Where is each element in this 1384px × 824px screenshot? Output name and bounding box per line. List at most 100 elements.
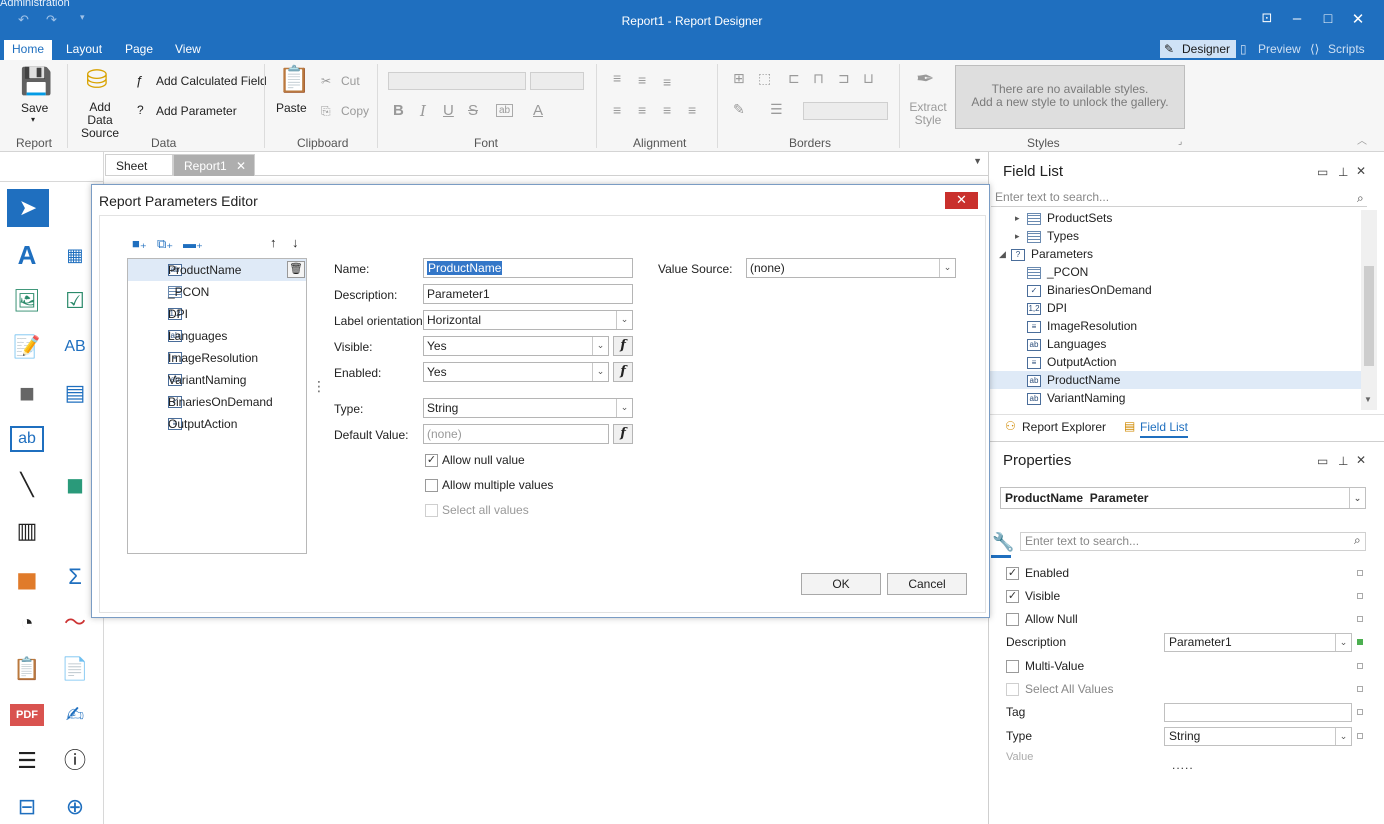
default-value-expression-button[interactable]: f: [613, 424, 633, 444]
property-marker[interactable]: [1357, 733, 1363, 739]
save-button[interactable]: Save: [21, 101, 48, 115]
field-list-item[interactable]: _PCON: [989, 263, 1361, 281]
subreport-tool-icon[interactable]: 📋: [10, 652, 44, 686]
align-left-icon[interactable]: ≡: [613, 102, 621, 118]
panel-menu-icon[interactable]: ▭: [1317, 165, 1328, 179]
add-calculated-field-icon[interactable]: ƒ: [136, 73, 143, 88]
description-input[interactable]: Parameter1: [423, 284, 633, 304]
save-dropdown-icon[interactable]: ▾: [31, 115, 35, 124]
pin-icon[interactable]: ⊥: [1338, 454, 1348, 468]
signature-tool-icon[interactable]: ✍: [58, 698, 92, 732]
font-color-icon[interactable]: A: [533, 102, 543, 119]
page-break-tool-icon[interactable]: ⊟: [10, 790, 44, 824]
property-marker[interactable]: [1357, 593, 1363, 599]
highlight-icon[interactable]: ab: [496, 104, 514, 117]
field-list-item[interactable]: 1,2 DPI: [989, 299, 1361, 317]
prop-description-value[interactable]: Parameter1 ⌄: [1164, 633, 1352, 652]
align-right-icon[interactable]: ≡: [663, 102, 671, 118]
field-list-scrollbar[interactable]: ▼: [1361, 210, 1377, 410]
enabled-select[interactable]: Yes ⌄: [423, 362, 609, 382]
add-calculated-field-button[interactable]: Add Calculated Field: [156, 74, 267, 88]
object-selector[interactable]: ProductName Parameter ⌄: [1000, 487, 1366, 509]
parameter-list-item[interactable]: 1,2 DPI: [128, 303, 306, 325]
add-parameter-button[interactable]: Add Parameter: [156, 104, 237, 118]
chart-tool-icon[interactable]: ▅: [10, 560, 44, 594]
picture-tool-icon[interactable]: 🖼: [10, 284, 44, 318]
close-window-button[interactable]: ✕: [1346, 10, 1370, 28]
chevron-down-icon[interactable]: ⌄: [1335, 634, 1351, 651]
property-modified-marker[interactable]: [1357, 639, 1363, 645]
close-panel-icon[interactable]: ✕: [1356, 453, 1366, 467]
add-parameter-icon[interactable]: ?: [137, 103, 144, 117]
left-border-icon[interactable]: ⊏: [788, 70, 800, 87]
add-data-source-icon[interactable]: ⛁: [86, 64, 108, 95]
allow-null-checkbox[interactable]: [1006, 613, 1019, 627]
field-list-item[interactable]: ab VariantNaming: [989, 389, 1361, 407]
data-subreport-tool-icon[interactable]: 📄: [58, 652, 92, 686]
search-icon[interactable]: ⌕: [1357, 191, 1364, 206]
cross-band-tool-icon[interactable]: ⊕: [58, 790, 92, 824]
border-color-icon[interactable]: ✎: [733, 101, 745, 118]
preview-view-button[interactable]: ▯ Preview: [1236, 40, 1307, 58]
properties-wrench-icon[interactable]: 🔧: [992, 532, 1014, 553]
gauge-tool-icon[interactable]: ◔: [10, 606, 44, 640]
font-size-select[interactable]: [530, 72, 584, 90]
crosstab-tool-icon[interactable]: ▤: [58, 376, 92, 410]
barcode-tool-icon[interactable]: ▥: [10, 514, 44, 548]
minimize-button[interactable]: –: [1285, 10, 1309, 27]
checkbox-tool-icon[interactable]: ☑: [58, 284, 92, 318]
value-source-select[interactable]: (none) ⌄: [746, 258, 956, 278]
field-list-search-input[interactable]: Enter text to search...: [991, 189, 1367, 207]
enabled-checkbox[interactable]: ✓: [1006, 567, 1019, 581]
collapse-icon[interactable]: ◢: [999, 245, 1006, 263]
table-of-contents-tool-icon[interactable]: ☰: [10, 744, 44, 778]
tab-view[interactable]: View: [167, 40, 209, 60]
property-marker[interactable]: [1357, 616, 1363, 622]
type-select[interactable]: String ⌄: [423, 398, 633, 418]
label-orientation-select[interactable]: Horizontal ⌄: [423, 310, 633, 330]
align-bottom-icon[interactable]: ≡: [663, 74, 671, 90]
chevron-down-icon[interactable]: ⌄: [1349, 488, 1365, 508]
save-icon[interactable]: 💾: [20, 66, 52, 97]
align-middle-icon[interactable]: ≡: [638, 72, 646, 88]
prop-allow-null[interactable]: Allow Null: [1006, 609, 1078, 629]
enabled-expression-button[interactable]: f: [613, 362, 633, 382]
field-list-tab[interactable]: Field List: [1140, 420, 1189, 438]
report-explorer-tab[interactable]: Report Explorer: [1022, 420, 1106, 434]
prop-visible[interactable]: ✓ Visible: [1006, 586, 1060, 606]
all-borders-icon[interactable]: ⊞: [733, 70, 745, 87]
sparkline-tool-icon[interactable]: 〜: [58, 606, 92, 640]
font-name-select[interactable]: [388, 72, 526, 90]
cancel-button[interactable]: Cancel: [887, 573, 967, 595]
table-tool-icon[interactable]: ▦: [58, 238, 92, 272]
add-data-source-button[interactable]: Add Data Source: [76, 101, 124, 140]
chevron-down-icon[interactable]: ⌄: [939, 259, 955, 277]
parameter-list-item[interactable]: ≡ OutputAction: [128, 413, 306, 435]
move-up-icon[interactable]: ↑: [270, 235, 277, 250]
line-tool-icon[interactable]: ╲: [10, 468, 44, 502]
visible-select[interactable]: Yes ⌄: [423, 336, 609, 356]
designer-view-button[interactable]: ✎ Designer: [1160, 40, 1237, 58]
close-panel-icon[interactable]: ✕: [1356, 164, 1366, 178]
field-list-item[interactable]: ✓ BinariesOnDemand: [989, 281, 1361, 299]
chevron-down-icon[interactable]: ⌄: [592, 363, 608, 381]
prop-type-select[interactable]: String ⌄: [1164, 727, 1352, 746]
parameter-list-item[interactable]: ab VariantNaming: [128, 369, 306, 391]
page-info-tool-icon[interactable]: ⓘ: [58, 744, 92, 778]
rich-text-tool-icon[interactable]: 📝: [10, 330, 44, 364]
chevron-down-icon[interactable]: ⌄: [1335, 728, 1351, 745]
chevron-down-icon[interactable]: ⌄: [616, 311, 632, 329]
label-tool-icon[interactable]: A: [10, 238, 44, 272]
expand-icon[interactable]: ▸: [1015, 209, 1020, 227]
allow-null-option[interactable]: ✓ Allow null value: [425, 453, 525, 468]
shape-tool-icon[interactable]: ◼: [58, 468, 92, 502]
paste-icon[interactable]: 📋: [278, 64, 310, 95]
border-width-icon[interactable]: ☰: [770, 101, 783, 118]
field-list-item[interactable]: ab Languages: [989, 335, 1361, 353]
parameter-list-item[interactable]: ✓ BinariesOnDemand: [128, 391, 306, 413]
add-parameter-icon[interactable]: ■₊: [132, 236, 147, 252]
maximize-button[interactable]: □: [1316, 10, 1340, 26]
allow-null-checkbox[interactable]: ✓: [425, 454, 438, 468]
scrollbar-thumb[interactable]: [1364, 266, 1374, 366]
name-input[interactable]: ProductName: [423, 258, 633, 278]
